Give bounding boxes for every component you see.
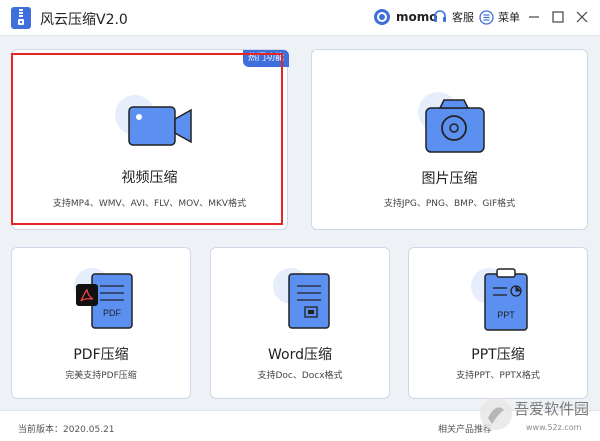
menu-button[interactable]: 菜单 (479, 9, 520, 25)
headset-icon (434, 10, 446, 22)
version-label: 当前版本：2020.05.21 (18, 425, 115, 435)
user-account[interactable]: momo (373, 8, 438, 26)
menu-icon (479, 9, 494, 25)
ppt-compress-card[interactable]: PPT PPT压缩 支持PPT、PPTX格式 (408, 247, 588, 399)
photo-camera-icon (418, 92, 485, 153)
close-icon[interactable] (573, 8, 591, 26)
pdf-compress-card[interactable]: PDF PDF压缩 完美支持PDF压缩 (11, 247, 191, 399)
pdf-file-icon: PDF (74, 268, 133, 329)
minimize-icon[interactable] (525, 8, 543, 26)
video-card-desc: 支持MP4、WMV、AVI、FLV、MOV、MKV格式 (52, 199, 247, 209)
pdf-icon-label: PDF (103, 308, 122, 318)
service-label: 客服 (452, 11, 474, 24)
title-bar: 风云压缩V2.0 momo 客服 菜单 (0, 0, 600, 36)
word-card-desc: 支持Doc、Docx格式 (257, 371, 343, 381)
menu-label: 菜单 (498, 11, 520, 24)
app-title: 风云压缩V2.0 (40, 12, 128, 28)
image-card-title: 图片压缩 (421, 171, 478, 187)
watermark-name: 吾爱软件园 (514, 400, 589, 418)
word-compress-card[interactable]: Word压缩 支持Doc、Docx格式 (210, 247, 390, 399)
image-compress-card[interactable]: 图片压缩 支持JPG、PNG、BMP、GIF格式 (311, 49, 588, 230)
video-card-title: 视频压缩 (121, 170, 178, 186)
maximize-icon[interactable] (549, 8, 567, 26)
video-compress-card[interactable]: 视频压缩 支持MP4、WMV、AVI、FLV、MOV、MKV格式 (11, 49, 288, 230)
pdf-card-desc: 完美支持PDF压缩 (65, 371, 137, 381)
hot-feature-badge: 热门功能 (243, 50, 289, 67)
pdf-card-title: PDF压缩 (73, 347, 129, 363)
ppt-icon-label: PPT (497, 310, 515, 320)
user-avatar-icon (374, 9, 390, 25)
ppt-file-icon: PPT (471, 268, 528, 331)
customer-service-button[interactable]: 客服 (432, 9, 474, 25)
word-file-icon (273, 268, 330, 329)
word-card-title: Word压缩 (268, 347, 332, 363)
ppt-card-desc: 支持PPT、PPTX格式 (456, 371, 540, 381)
image-card-desc: 支持JPG、PNG、BMP、GIF格式 (383, 199, 516, 209)
site-watermark: 吾爱软件园 www.52z.com (480, 398, 589, 432)
video-camera-icon (115, 95, 192, 146)
ppt-card-title: PPT压缩 (471, 347, 525, 363)
zip-logo-icon (11, 7, 31, 29)
watermark-url: www.52z.com (526, 423, 582, 432)
